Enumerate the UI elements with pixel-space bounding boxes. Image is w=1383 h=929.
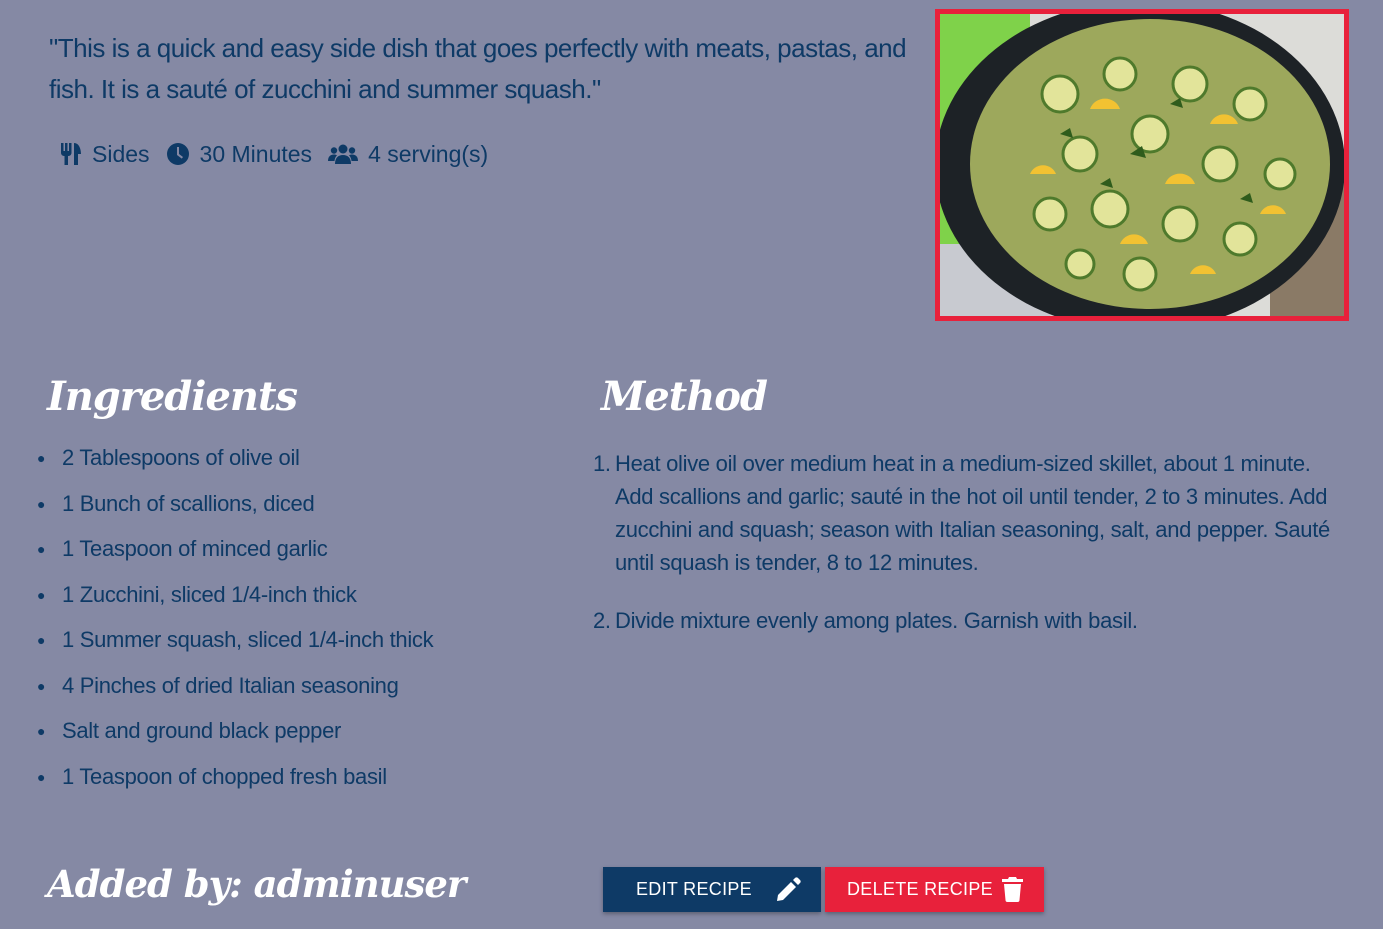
- clock-icon: [166, 143, 189, 165]
- ingredient-item: ● Salt and ground black pepper: [37, 714, 433, 760]
- recipe-meta: Sides 30 Minutes 4 serving(s): [60, 138, 504, 170]
- ingredients-list: ● 2 Tablespoons of olive oil ● 1 Bunch of …: [37, 441, 434, 806]
- meta-category: Sides: [60, 141, 150, 168]
- ingredient-item: ● 2 Tablespoons of olive oil: [37, 441, 433, 487]
- ingredient-item: ● 1 Zucchini, sliced 1/4-inch thick: [37, 578, 433, 624]
- bullet: ●: [37, 632, 46, 648]
- time-label: 30 Minutes: [199, 140, 313, 167]
- bullet: ●: [37, 677, 46, 694]
- edit-recipe-button[interactable]: EDIT RECIPE: [603, 867, 821, 912]
- bullet: ●: [37, 541, 46, 557]
- method-list: 1. Heat olive oil over medium heat in a …: [593, 447, 1353, 662]
- step-number: 1.: [593, 451, 611, 476]
- utensils-icon: [61, 143, 81, 165]
- recipe-description: "This is a quick and easy side dish that…: [49, 33, 907, 104]
- method-heading: Method: [601, 373, 768, 420]
- users-icon: [328, 144, 359, 164]
- method-step: 2. Divide mixture evenly among plates. G…: [593, 604, 1353, 637]
- bullet: ●: [37, 495, 46, 512]
- added-by: Added by: adminuser: [47, 862, 466, 906]
- method-step: 1. Heat olive oil over medium heat in a …: [593, 447, 1353, 579]
- bullet: ●: [37, 586, 46, 603]
- ingredient-item: ● 1 Summer squash, sliced 1/4-inch thick: [37, 623, 434, 669]
- bullet: ●: [37, 723, 46, 739]
- servings-label: 4 serving(s): [368, 140, 489, 167]
- recipe-photo: [935, 9, 1349, 321]
- meta-time: 30 Minutes: [166, 140, 313, 168]
- ingredients-heading: Ingredients: [47, 373, 298, 420]
- bullet: ●: [37, 450, 46, 466]
- pencil-icon: [777, 877, 801, 901]
- step-text: Divide mixture evenly among plates. Garn…: [615, 608, 1138, 633]
- trash-icon: [1002, 877, 1023, 902]
- delete-recipe-label: DELETE RECIPE: [847, 879, 993, 899]
- meta-servings: 4 serving(s): [328, 141, 488, 168]
- ingredient-item: ● 1 Teaspoon of minced garlic: [37, 532, 433, 578]
- step-number: 2.: [593, 608, 611, 633]
- ingredient-item: ● 1 Bunch of scallions, diced: [37, 487, 433, 533]
- ingredient-item: ● 4 Pinches of dried Italian seasoning: [37, 669, 433, 715]
- delete-recipe-button[interactable]: DELETE RECIPE: [825, 867, 1044, 912]
- category-label: Sides: [92, 140, 150, 167]
- bullet: ●: [37, 768, 46, 785]
- step-text: Heat olive oil over medium heat in a med…: [615, 451, 1330, 575]
- ingredient-item: ● 1 Teaspoon of chopped fresh basil: [37, 760, 433, 806]
- zucchini-dish-image: [940, 14, 1344, 316]
- edit-recipe-label: EDIT RECIPE: [636, 879, 752, 899]
